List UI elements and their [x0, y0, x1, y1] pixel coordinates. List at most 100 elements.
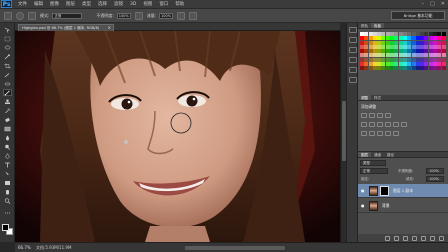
visibility-eye-icon[interactable]: ●: [361, 188, 367, 193]
adjustments-row-1: [361, 113, 391, 118]
crop-tool-icon[interactable]: [3, 62, 12, 69]
airbrush-icon[interactable]: [177, 11, 186, 20]
layer-row-copy[interactable]: ● 图层 1 副本: [358, 184, 448, 198]
character-panel-icon[interactable]: [349, 67, 357, 73]
paragraph-panel-icon[interactable]: [349, 77, 357, 83]
color-swatch[interactable]: [441, 66, 446, 71]
hand-tool-icon[interactable]: [3, 188, 12, 195]
foreground-color-swatch[interactable]: [2, 224, 9, 231]
threshold-icon[interactable]: [377, 131, 383, 136]
posterize-icon[interactable]: [369, 131, 375, 136]
quick-select-tool-icon[interactable]: [3, 53, 12, 60]
menu-layer[interactable]: 图层: [66, 2, 75, 7]
layer-fill-input[interactable]: 100%: [426, 176, 444, 182]
tool-preset-icon[interactable]: [4, 11, 12, 20]
menu-filter[interactable]: 滤镜: [114, 2, 123, 7]
flow-input[interactable]: 100%: [159, 12, 174, 19]
type-tool-icon[interactable]: [3, 161, 12, 168]
new-layer-icon[interactable]: [430, 235, 435, 241]
blur-tool-icon[interactable]: [3, 134, 12, 141]
tab-swatches[interactable]: 色板: [371, 23, 384, 28]
eraser-tool-icon[interactable]: [3, 116, 12, 123]
brightness-icon[interactable]: [361, 113, 367, 118]
brush-panel-icon[interactable]: [349, 47, 357, 53]
new-group-icon[interactable]: [421, 235, 426, 241]
pressure-opacity-icon[interactable]: [134, 11, 143, 20]
menu-edit[interactable]: 编辑: [34, 2, 43, 7]
levels-icon[interactable]: [369, 113, 375, 118]
dodge-tool-icon[interactable]: [3, 143, 12, 150]
move-tool-icon[interactable]: [3, 26, 12, 33]
layer-style-icon[interactable]: [394, 235, 399, 241]
link-layers-icon[interactable]: [385, 235, 390, 241]
maximize-icon[interactable]: □: [430, 1, 435, 7]
gradient-map-icon[interactable]: [385, 131, 391, 136]
brush-preset-icon[interactable]: [16, 11, 24, 20]
layer-mask-thumbnail[interactable]: [380, 185, 389, 196]
menu-file[interactable]: 文件: [18, 2, 27, 7]
eyedropper-tool-icon[interactable]: [3, 71, 12, 78]
minimize-icon[interactable]: –: [422, 1, 425, 7]
horizontal-scrollbar[interactable]: [185, 246, 285, 250]
menu-select[interactable]: 选择: [98, 2, 107, 7]
blend-mode-select[interactable]: 正常: [360, 168, 388, 174]
mode-select[interactable]: 正常: [52, 12, 83, 19]
opacity-input[interactable]: 100%: [116, 12, 131, 19]
zoom-tool-icon[interactable]: [3, 197, 12, 204]
more-tools-icon[interactable]: [3, 209, 12, 216]
healing-brush-tool-icon[interactable]: [3, 80, 12, 87]
layer-kind-filter[interactable]: 类型: [360, 160, 386, 166]
clone-stamp-tool-icon[interactable]: [3, 98, 12, 105]
tab-color[interactable]: 颜色: [358, 23, 371, 28]
menu-help[interactable]: 帮助: [175, 2, 184, 7]
zoom-level[interactable]: 66.7%: [18, 245, 36, 250]
swatches-grid[interactable]: [360, 32, 446, 78]
layer-name[interactable]: 背景: [382, 203, 390, 209]
layer-row-background[interactable]: ● 背景: [358, 199, 448, 213]
tab-paths[interactable]: 路径: [384, 152, 397, 157]
invert-icon[interactable]: [361, 131, 367, 136]
photo-filter-icon[interactable]: [393, 122, 399, 127]
brush-panel-icon[interactable]: [28, 11, 36, 20]
new-adjustment-icon[interactable]: [412, 235, 417, 241]
path-select-tool-icon[interactable]: [3, 170, 12, 177]
delete-layer-icon[interactable]: [439, 235, 444, 241]
clone-source-panel-icon[interactable]: [349, 57, 357, 63]
tab-styles[interactable]: 样式: [371, 95, 384, 100]
visibility-eye-icon[interactable]: ●: [361, 203, 367, 208]
menu-view[interactable]: 视图: [143, 2, 152, 7]
menu-type[interactable]: 类型: [82, 2, 91, 7]
close-icon[interactable]: ✕: [441, 1, 445, 7]
properties-panel-icon[interactable]: [349, 37, 357, 43]
pressure-size-icon[interactable]: [189, 11, 198, 20]
menu-3d[interactable]: 3D: [130, 2, 136, 7]
menu-image[interactable]: 图像: [50, 2, 59, 7]
history-panel-icon[interactable]: [349, 27, 357, 33]
lock-label: 锁定:: [361, 177, 370, 181]
gradient-tool-icon[interactable]: [3, 125, 12, 132]
tab-layers[interactable]: 图层: [358, 152, 371, 157]
lasso-tool-icon[interactable]: [3, 44, 12, 51]
black-white-icon[interactable]: [385, 122, 391, 127]
document-tab[interactable]: Highgian.psd @ 66.7% (图层 1 副本, RGB/8) ×: [18, 24, 114, 31]
add-mask-icon[interactable]: [403, 235, 408, 241]
brush-tool-icon[interactable]: [3, 89, 12, 96]
color-balance-icon[interactable]: [377, 122, 383, 127]
layer-opacity-input[interactable]: 100%: [426, 168, 444, 174]
menu-window[interactable]: 窗口: [159, 2, 168, 7]
hue-saturation-icon[interactable]: [369, 122, 375, 127]
tab-channels[interactable]: 通道: [371, 152, 384, 157]
pen-tool-icon[interactable]: [3, 152, 12, 159]
selective-color-icon[interactable]: [393, 131, 399, 136]
vibrance-icon[interactable]: [361, 122, 367, 127]
marquee-tool-icon[interactable]: [3, 35, 12, 42]
channel-mixer-icon[interactable]: [401, 122, 407, 127]
layer-name[interactable]: 图层 1 副本: [393, 188, 413, 194]
document-canvas[interactable]: [15, 31, 340, 242]
exposure-icon[interactable]: [385, 113, 391, 118]
history-brush-tool-icon[interactable]: [3, 107, 12, 114]
shape-tool-icon[interactable]: [3, 179, 12, 186]
tab-adjustments[interactable]: 调整: [358, 95, 371, 100]
curves-icon[interactable]: [377, 113, 383, 118]
workspace-button[interactable]: Bridge 基本功能: [391, 11, 445, 20]
